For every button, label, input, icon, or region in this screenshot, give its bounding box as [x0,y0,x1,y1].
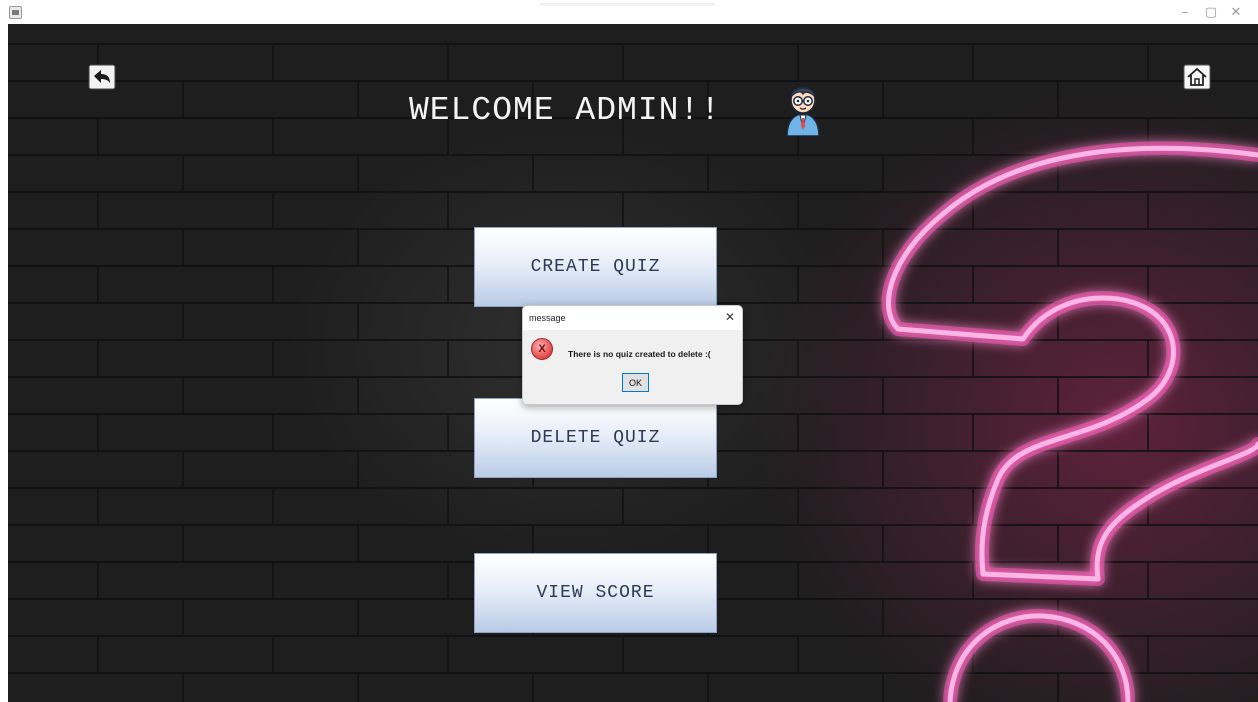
home-icon[interactable] [1183,64,1211,90]
close-window-button[interactable]: ✕ [1226,5,1246,21]
titlebar-center [540,3,715,6]
dialog-close-icon[interactable]: ✕ [725,310,735,324]
error-icon: X [531,338,553,360]
delete-quiz-button[interactable]: DELETE QUIZ [474,398,717,478]
back-arrow-icon[interactable] [88,64,116,90]
minimize-button[interactable]: – [1175,5,1195,21]
app-icon [9,6,22,19]
dialog-titlebar: message ✕ [523,306,742,330]
admin-avatar-icon [786,86,820,136]
maximize-button[interactable]: ▢ [1201,5,1221,21]
dialog-title: message [529,313,566,323]
dialog-message: There is no quiz created to delete :( [568,349,711,359]
ok-button[interactable]: OK [622,373,649,392]
dialog-body: X There is no quiz created to delete :( … [523,330,742,404]
page-title: WELCOME ADMIN!! [409,92,722,129]
create-quiz-button[interactable]: CREATE QUIZ [474,227,717,307]
view-score-button[interactable]: VIEW SCORE [474,553,717,633]
message-dialog: message ✕ X There is no quiz created to … [522,305,743,405]
window-titlebar: – ▢ ✕ [0,0,1258,24]
